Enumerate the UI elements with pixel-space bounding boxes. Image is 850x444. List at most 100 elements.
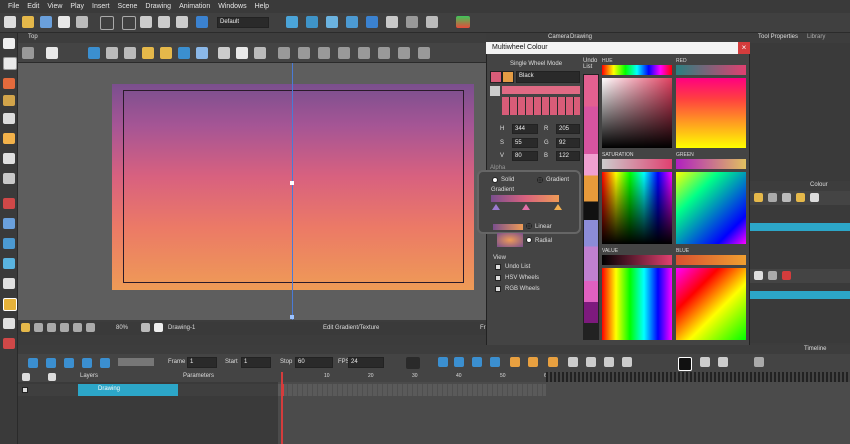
workspace-select[interactable]: Default xyxy=(217,17,269,28)
timeline-tab[interactable]: Timeline xyxy=(804,346,826,352)
gradient-stop-2[interactable] xyxy=(522,204,530,210)
paint-icon[interactable] xyxy=(3,153,15,164)
stop-field[interactable]: 60 xyxy=(295,357,333,368)
green-strip[interactable] xyxy=(676,159,746,169)
linear-radio[interactable] xyxy=(526,223,532,229)
menu-scene[interactable]: Scene xyxy=(118,3,138,10)
palette-list-icon[interactable] xyxy=(768,193,777,202)
gear-icon[interactable] xyxy=(46,47,58,59)
new-file-icon[interactable] xyxy=(4,16,16,28)
value-field[interactable]: 80 xyxy=(512,151,538,161)
swatch-grid[interactable] xyxy=(502,97,580,115)
shape-tool-icon[interactable] xyxy=(3,218,15,229)
timeline-frames[interactable]: 10 20 30 40 50 60 70 80 90 100 110 120 xyxy=(278,372,850,444)
motion-icon[interactable] xyxy=(510,357,520,367)
green-field[interactable]: 92 xyxy=(556,138,580,148)
colour-dropper-icon[interactable] xyxy=(796,193,805,202)
select-arrow-icon[interactable] xyxy=(3,38,15,49)
pivot-tool-icon[interactable] xyxy=(3,258,15,269)
menu-file[interactable]: File xyxy=(8,3,19,10)
drawing-exposure[interactable] xyxy=(278,384,546,396)
swap-left-icon[interactable] xyxy=(700,357,710,367)
remove-keyframe-icon[interactable] xyxy=(454,357,464,367)
rgb-wheels-checkbox[interactable] xyxy=(495,286,501,292)
playback-speed-slider[interactable] xyxy=(118,358,154,366)
mask-icon[interactable] xyxy=(86,323,95,332)
view-icon[interactable] xyxy=(88,47,100,59)
menu-view[interactable]: View xyxy=(47,3,62,10)
hue-field[interactable]: 344 xyxy=(512,124,538,134)
light-table-icon[interactable] xyxy=(426,16,438,28)
text-tool-icon[interactable] xyxy=(3,113,15,124)
red-strip[interactable] xyxy=(676,65,746,75)
more-tools-icon[interactable] xyxy=(418,47,430,59)
drawing-tab[interactable]: Drawing xyxy=(570,34,592,40)
scale-icon[interactable] xyxy=(346,16,358,28)
arrange-icon[interactable] xyxy=(254,47,266,59)
brush-to-pencil-icon[interactable] xyxy=(358,47,370,59)
value-box[interactable] xyxy=(602,268,672,340)
undo-list-checkbox[interactable] xyxy=(495,264,501,270)
stop-motion-icon[interactable] xyxy=(528,357,538,367)
gradient-stop-3[interactable] xyxy=(554,204,562,210)
layer-name-bar[interactable]: Drawing xyxy=(78,384,178,396)
flip-icon[interactable] xyxy=(196,47,208,59)
lock-all-icon[interactable] xyxy=(48,373,56,381)
split-icon[interactable] xyxy=(586,357,596,367)
saturation-box[interactable] xyxy=(602,172,672,244)
red-field[interactable]: 205 xyxy=(556,124,580,134)
start-field[interactable]: 1 xyxy=(241,357,271,368)
saturation-field[interactable]: 55 xyxy=(512,138,538,148)
hue-strip[interactable] xyxy=(602,65,672,75)
menu-animation[interactable]: Animation xyxy=(179,3,210,10)
ease-icon[interactable] xyxy=(548,357,558,367)
sound-icon[interactable] xyxy=(82,358,92,368)
keyboard-icon[interactable] xyxy=(196,16,208,28)
gradient-bar[interactable] xyxy=(491,195,559,202)
bitmap-icon[interactable] xyxy=(378,47,390,59)
fps-field[interactable]: 24 xyxy=(348,357,384,368)
settings-icon[interactable] xyxy=(22,47,34,59)
transform-icon[interactable] xyxy=(286,16,298,28)
reset-zoom-icon[interactable] xyxy=(154,323,163,332)
blue-field[interactable]: 122 xyxy=(556,151,580,161)
light-bulb-icon[interactable] xyxy=(21,323,30,332)
hand-icon[interactable] xyxy=(3,278,15,289)
edit-gradient-icon[interactable] xyxy=(3,298,17,311)
hsv-wheels-checkbox[interactable] xyxy=(495,275,501,281)
grid-status-icon[interactable] xyxy=(60,323,69,332)
blank-cell-icon[interactable] xyxy=(622,357,632,367)
frame-field[interactable]: 1 xyxy=(187,357,217,368)
page-icon[interactable] xyxy=(236,47,248,59)
tool-properties-tab[interactable]: Tool Properties xyxy=(758,34,798,40)
menu-drawing[interactable]: Drawing xyxy=(145,3,171,10)
dropper-picker-icon[interactable] xyxy=(490,86,500,96)
smooth-icon[interactable] xyxy=(298,47,310,59)
unlock-icon[interactable] xyxy=(160,47,172,59)
optimize-icon[interactable] xyxy=(318,47,330,59)
palette-add-icon[interactable] xyxy=(768,271,777,280)
loop-icon[interactable] xyxy=(64,358,74,368)
palette-tool-icon[interactable] xyxy=(754,271,763,280)
onion-skin-icon[interactable] xyxy=(406,16,418,28)
keyframe-marker[interactable] xyxy=(281,384,284,396)
blue-strip[interactable] xyxy=(676,255,746,265)
menu-edit[interactable]: Edit xyxy=(27,3,39,10)
play-icon[interactable] xyxy=(28,358,38,368)
menu-help[interactable]: Help xyxy=(255,3,269,10)
hue-box[interactable] xyxy=(602,78,672,148)
gradient-radio[interactable] xyxy=(537,177,543,183)
palette-remove-icon[interactable] xyxy=(782,271,791,280)
gradient-stop-1[interactable] xyxy=(492,204,500,210)
timeline-menu-icon[interactable] xyxy=(754,357,764,367)
line-width-icon[interactable] xyxy=(218,47,230,59)
onion-icon[interactable] xyxy=(73,323,82,332)
colour-tab[interactable]: Colour xyxy=(810,182,828,188)
visibility-icon[interactable] xyxy=(22,373,30,381)
reset-rotate-icon[interactable] xyxy=(141,323,150,332)
lock-icon[interactable] xyxy=(142,47,154,59)
camera-tab[interactable]: Camera xyxy=(548,34,569,40)
render-icon[interactable] xyxy=(34,323,43,332)
undo-icon[interactable] xyxy=(100,16,114,30)
radial-radio[interactable] xyxy=(526,237,532,243)
